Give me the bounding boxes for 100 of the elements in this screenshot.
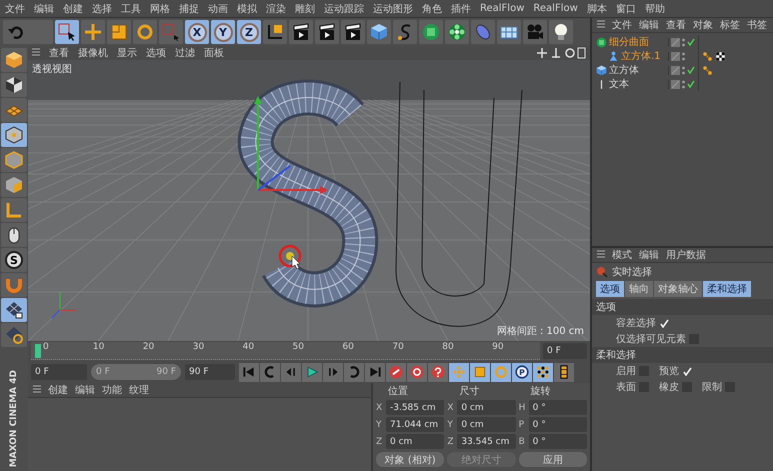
object-name[interactable]: 立方体.1 xyxy=(621,49,661,63)
end-frame-field[interactable]: 90 F xyxy=(185,364,235,380)
toolbar-button[interactable] xyxy=(263,20,287,44)
menu-item[interactable]: 渲染 xyxy=(266,2,286,16)
camera-icon xyxy=(526,23,544,41)
object-name[interactable]: 细分曲面 xyxy=(609,35,649,49)
menu-item[interactable]: 创建 xyxy=(63,2,83,16)
checkbox-option[interactable]: 橡皮 xyxy=(659,380,692,394)
axis-lock-button[interactable]: Z xyxy=(237,20,261,44)
menu-item[interactable]: 帮助 xyxy=(644,2,665,16)
coordinate-mode-dropdown[interactable]: 对象 (相对) xyxy=(376,452,444,467)
menu-item[interactable]: 文件 xyxy=(5,2,25,16)
menu-item[interactable]: 功能 xyxy=(102,383,122,397)
toolbar-button[interactable] xyxy=(341,20,365,44)
menu-item[interactable]: 选项 xyxy=(146,46,166,60)
menu-item[interactable]: 角色 xyxy=(422,2,442,16)
value-field[interactable]: 0 ° xyxy=(528,434,587,449)
menu-item[interactable]: 插件 xyxy=(451,2,471,16)
timeline-ruler[interactable]: 0 10 20 30 40 50 60 70 80 90 xyxy=(31,342,540,360)
checkbox-option[interactable]: 启用 xyxy=(616,364,649,378)
menu-item[interactable]: 编辑 xyxy=(639,248,659,262)
playback-button[interactable] xyxy=(533,362,553,382)
tab[interactable]: 轴向 xyxy=(625,281,653,297)
mode-button[interactable] xyxy=(1,73,27,97)
value-field[interactable]: 71.044 cm xyxy=(386,417,444,432)
object-name[interactable]: 文本 xyxy=(609,77,629,91)
mode-button[interactable] xyxy=(1,323,27,347)
tab[interactable]: 选项 xyxy=(596,281,624,297)
auto-key-icon xyxy=(410,365,424,379)
playback-button[interactable] xyxy=(554,362,574,382)
playback-button[interactable] xyxy=(491,362,511,382)
menu-item[interactable]: 面板 xyxy=(204,46,224,60)
value-field[interactable]: 0 cm xyxy=(457,400,516,415)
menu-item[interactable]: 对象 xyxy=(693,18,713,32)
menu-item[interactable]: 捕捉 xyxy=(179,2,199,16)
value-field[interactable]: 0 cm xyxy=(457,417,516,432)
tab[interactable]: 柔和选择 xyxy=(703,281,751,297)
playback-button[interactable] xyxy=(449,362,469,382)
menu-item[interactable]: 显示 xyxy=(117,46,137,60)
menu-item[interactable]: 查看 xyxy=(666,18,686,32)
menu-item[interactable]: 工具 xyxy=(121,2,141,16)
checkbox-option[interactable]: 表面 xyxy=(616,380,649,394)
column-header: 尺寸 xyxy=(458,384,480,398)
value-field[interactable]: 0 cm xyxy=(386,434,444,449)
checkbox-option[interactable]: 限制 xyxy=(702,380,735,394)
menu-item[interactable]: 网格 xyxy=(150,2,170,16)
playback-button[interactable] xyxy=(386,362,406,382)
value-field[interactable]: 33.545 cm xyxy=(457,434,516,449)
menu-item[interactable]: 编辑 xyxy=(75,383,95,397)
menu-item[interactable]: 模拟 xyxy=(237,2,257,16)
checkbox-option[interactable]: 容差选择 xyxy=(616,316,669,330)
checkbox-option[interactable]: 仅选择可见元素 xyxy=(616,332,699,346)
value-field[interactable]: 0 ° xyxy=(528,400,587,415)
checkbox[interactable] xyxy=(659,318,669,328)
toolbar-button[interactable] xyxy=(55,20,79,44)
toolbar-button[interactable] xyxy=(289,20,313,44)
axis-lock-button[interactable]: Y xyxy=(211,20,235,44)
menu-item[interactable]: 用户数据 xyxy=(666,248,706,262)
menu-item[interactable]: RealFlow xyxy=(480,3,524,14)
menu-item[interactable]: 窗口 xyxy=(616,2,636,16)
menu-item[interactable]: 文件 xyxy=(612,18,632,32)
menu-item[interactable]: 过滤 xyxy=(175,46,195,60)
toolbar-button[interactable] xyxy=(393,20,417,44)
menu-item[interactable]: 创建 xyxy=(48,383,68,397)
menu-item[interactable]: 查看 xyxy=(49,46,69,60)
playback-button[interactable] xyxy=(407,362,427,382)
menu-item[interactable]: 模式 xyxy=(612,248,632,262)
grid-spacing-label: 网格间距 : 100 cm xyxy=(496,324,584,338)
checkbox[interactable] xyxy=(682,366,692,376)
menu-item[interactable]: 动画 xyxy=(208,2,228,16)
menu-item[interactable]: 摄像机 xyxy=(78,46,108,60)
playback-button[interactable] xyxy=(428,362,448,382)
menu-item[interactable]: 运动跟踪 xyxy=(324,2,364,16)
menu-item[interactable]: 编辑 xyxy=(639,18,659,32)
value-field[interactable]: -3.585 cm xyxy=(386,400,444,415)
playback-button[interactable] xyxy=(470,362,490,382)
start-frame-field[interactable]: 0 F xyxy=(31,364,87,380)
axis-lock-button[interactable]: X xyxy=(185,20,209,44)
menu-item[interactable]: 选择 xyxy=(92,2,112,16)
menu-item[interactable]: 纹理 xyxy=(129,383,149,397)
apply-button[interactable]: 应用 xyxy=(518,452,587,467)
value-field[interactable]: 0 ° xyxy=(528,417,587,432)
menu-item[interactable]: RealFlow xyxy=(533,3,578,14)
checkbox-option[interactable]: 预览 xyxy=(659,364,692,378)
mode-button[interactable]: S xyxy=(1,248,27,272)
current-frame-field[interactable]: 0 F xyxy=(543,343,587,359)
object-name[interactable]: 立方体 xyxy=(609,63,639,77)
menu-item[interactable]: 编辑 xyxy=(34,2,54,16)
playback-button[interactable] xyxy=(302,362,322,382)
menu-item[interactable]: 标签 xyxy=(720,18,740,32)
mode-button[interactable] xyxy=(1,123,27,147)
menu-item[interactable]: 书签 xyxy=(747,18,767,32)
toolbar-button[interactable] xyxy=(315,20,339,44)
menu-item[interactable]: 雕刻 xyxy=(295,2,315,16)
menu-item[interactable]: 脚本 xyxy=(586,2,607,16)
tab[interactable]: 对象轴心 xyxy=(654,281,702,297)
playback-button[interactable]: P xyxy=(512,362,532,382)
mode-button[interactable] xyxy=(1,298,27,322)
mode-button[interactable] xyxy=(1,223,27,247)
menu-item[interactable]: 运动图形 xyxy=(373,2,413,16)
